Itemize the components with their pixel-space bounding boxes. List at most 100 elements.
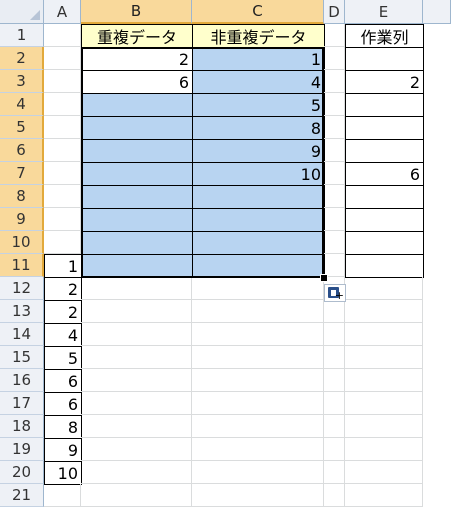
row-header-9[interactable]: 9: [0, 208, 44, 231]
row-header-1[interactable]: 1: [0, 24, 44, 47]
row-header-10[interactable]: 10: [0, 231, 44, 254]
cell-e16[interactable]: [345, 369, 423, 392]
cell-b16[interactable]: [81, 369, 192, 392]
paste-options-icon[interactable]: +: [324, 284, 346, 302]
select-all-corner[interactable]: [0, 0, 44, 24]
cell-c7[interactable]: 10: [192, 162, 325, 186]
row-header-3[interactable]: 3: [0, 70, 44, 93]
cell-b2[interactable]: 2: [81, 47, 193, 71]
cell-e8[interactable]: [345, 185, 424, 209]
cell-b10[interactable]: [81, 231, 193, 255]
cell-d9[interactable]: [324, 208, 345, 231]
cell-b7[interactable]: [81, 162, 193, 186]
cell-e4[interactable]: [345, 93, 424, 117]
cell-d18[interactable]: [324, 415, 345, 438]
column-header-d[interactable]: D: [324, 0, 345, 24]
column-header-e[interactable]: E: [345, 0, 423, 24]
row-header-11[interactable]: 11: [0, 254, 44, 277]
cell-d8[interactable]: [324, 185, 345, 208]
row-header-18[interactable]: 18: [0, 415, 44, 438]
cell-a20[interactable]: 10: [44, 461, 82, 485]
cell-a21[interactable]: [44, 484, 81, 507]
column-header-b[interactable]: B: [81, 0, 192, 24]
cell-e19[interactable]: [345, 438, 423, 461]
cell-c8[interactable]: [192, 185, 325, 209]
cell-a14[interactable]: 4: [44, 323, 82, 347]
cell-a19[interactable]: 9: [44, 438, 82, 462]
cell-a12[interactable]: 2: [44, 277, 82, 301]
cell-d5[interactable]: [324, 116, 345, 139]
cell-c15[interactable]: [192, 346, 324, 369]
cell-d14[interactable]: [324, 323, 345, 346]
cell-e1-header[interactable]: 作業列: [345, 24, 424, 48]
fill-handle[interactable]: [320, 274, 328, 282]
cell-d19[interactable]: [324, 438, 345, 461]
row-header-14[interactable]: 14: [0, 323, 44, 346]
cell-d13[interactable]: [324, 300, 345, 323]
cell-a6[interactable]: [44, 139, 81, 162]
cell-e7[interactable]: 6: [345, 162, 424, 186]
cell-e11[interactable]: [345, 254, 424, 278]
cell-a11[interactable]: 1: [44, 254, 82, 278]
cell-c21[interactable]: [192, 484, 324, 507]
cell-e21[interactable]: [345, 484, 423, 507]
cell-c2[interactable]: 1: [192, 47, 325, 71]
cell-e12[interactable]: [345, 277, 423, 300]
cell-d15[interactable]: [324, 346, 345, 369]
cell-e15[interactable]: [345, 346, 423, 369]
row-header-5[interactable]: 5: [0, 116, 44, 139]
cell-c16[interactable]: [192, 369, 324, 392]
row-header-16[interactable]: 16: [0, 369, 44, 392]
cell-b4[interactable]: [81, 93, 193, 117]
cell-e20[interactable]: [345, 461, 423, 484]
cell-c14[interactable]: [192, 323, 324, 346]
cell-a17[interactable]: 6: [44, 392, 82, 416]
cell-a3[interactable]: [44, 70, 81, 93]
cell-a9[interactable]: [44, 208, 81, 231]
cell-c6[interactable]: 9: [192, 139, 325, 163]
cell-c13[interactable]: [192, 300, 324, 323]
row-header-2[interactable]: 2: [0, 47, 44, 70]
cell-b9[interactable]: [81, 208, 193, 232]
cell-e6[interactable]: [345, 139, 424, 163]
cell-a16[interactable]: 6: [44, 369, 82, 393]
row-header-7[interactable]: 7: [0, 162, 44, 185]
cell-b3[interactable]: 6: [81, 70, 193, 94]
cell-c3[interactable]: 4: [192, 70, 325, 94]
cell-d4[interactable]: [324, 93, 345, 116]
cell-b11[interactable]: [81, 254, 193, 278]
cell-b14[interactable]: [81, 323, 192, 346]
cell-d20[interactable]: [324, 461, 345, 484]
row-header-13[interactable]: 13: [0, 300, 44, 323]
cell-d2[interactable]: [324, 47, 345, 70]
cell-d6[interactable]: [324, 139, 345, 162]
row-header-4[interactable]: 4: [0, 93, 44, 116]
cell-d3[interactable]: [324, 70, 345, 93]
cell-e14[interactable]: [345, 323, 423, 346]
cell-d1[interactable]: [324, 24, 345, 47]
cell-a2[interactable]: [44, 47, 81, 70]
cell-d7[interactable]: [324, 162, 345, 185]
cell-b17[interactable]: [81, 392, 192, 415]
cell-b8[interactable]: [81, 185, 193, 209]
cell-a10[interactable]: [44, 231, 81, 254]
cell-a13[interactable]: 2: [44, 300, 82, 324]
row-header-19[interactable]: 19: [0, 438, 44, 461]
cell-a1[interactable]: [44, 24, 81, 47]
cell-e18[interactable]: [345, 415, 423, 438]
cell-a18[interactable]: 8: [44, 415, 82, 439]
cell-c4[interactable]: 5: [192, 93, 325, 117]
cell-b18[interactable]: [81, 415, 192, 438]
cell-e5[interactable]: [345, 116, 424, 140]
cell-a4[interactable]: [44, 93, 81, 116]
cell-e17[interactable]: [345, 392, 423, 415]
cell-d21[interactable]: [324, 484, 345, 507]
cell-b20[interactable]: [81, 461, 192, 484]
column-header-c[interactable]: C: [192, 0, 324, 24]
cell-e10[interactable]: [345, 231, 424, 255]
cell-a7[interactable]: [44, 162, 81, 185]
cell-b15[interactable]: [81, 346, 192, 369]
cell-e13[interactable]: [345, 300, 423, 323]
row-header-6[interactable]: 6: [0, 139, 44, 162]
cell-e3[interactable]: 2: [345, 70, 424, 94]
